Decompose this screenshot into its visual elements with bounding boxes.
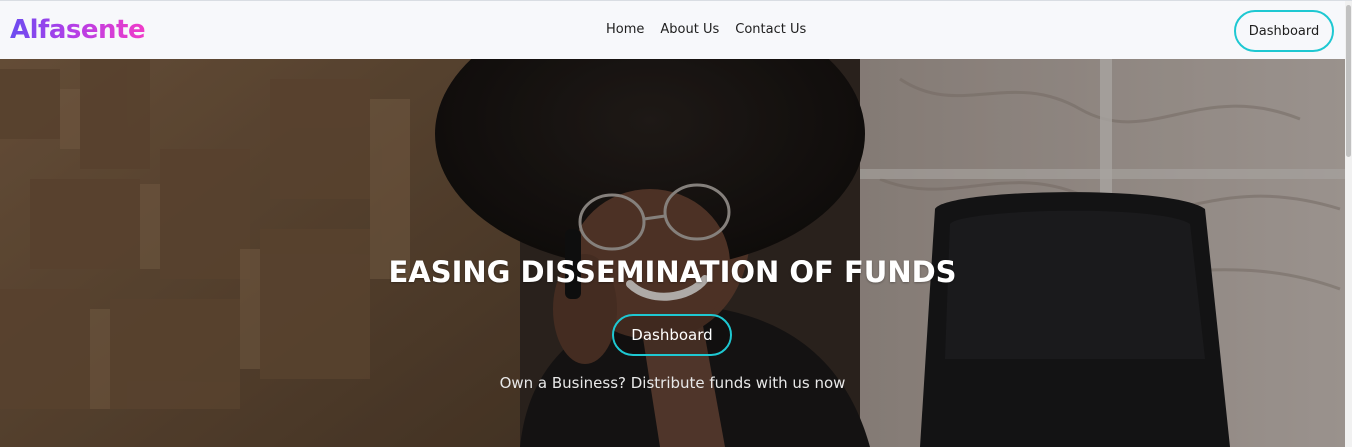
brand-logo[interactable]: Alfasente <box>10 15 146 45</box>
hero-title: EASING DISSEMINATION OF FUNDS <box>388 255 957 289</box>
navbar: Alfasente Home About Us Contact Us Dashb… <box>0 1 1345 60</box>
navbar-dashboard-button[interactable]: Dashboard <box>1234 10 1334 52</box>
nav-links: Home About Us Contact Us <box>606 22 806 37</box>
nav-link-about-us[interactable]: About Us <box>660 22 719 37</box>
hero-section: EASING DISSEMINATION OF FUNDS Dashboard … <box>0 59 1345 447</box>
hero-dashboard-button[interactable]: Dashboard <box>612 314 732 356</box>
nav-link-contact-us[interactable]: Contact Us <box>735 22 806 37</box>
hero-subtitle: Own a Business? Distribute funds with us… <box>499 374 846 392</box>
page-scrollbar[interactable] <box>1345 1 1352 447</box>
scrollbar-thumb[interactable] <box>1346 5 1351 157</box>
nav-link-home[interactable]: Home <box>606 22 644 37</box>
